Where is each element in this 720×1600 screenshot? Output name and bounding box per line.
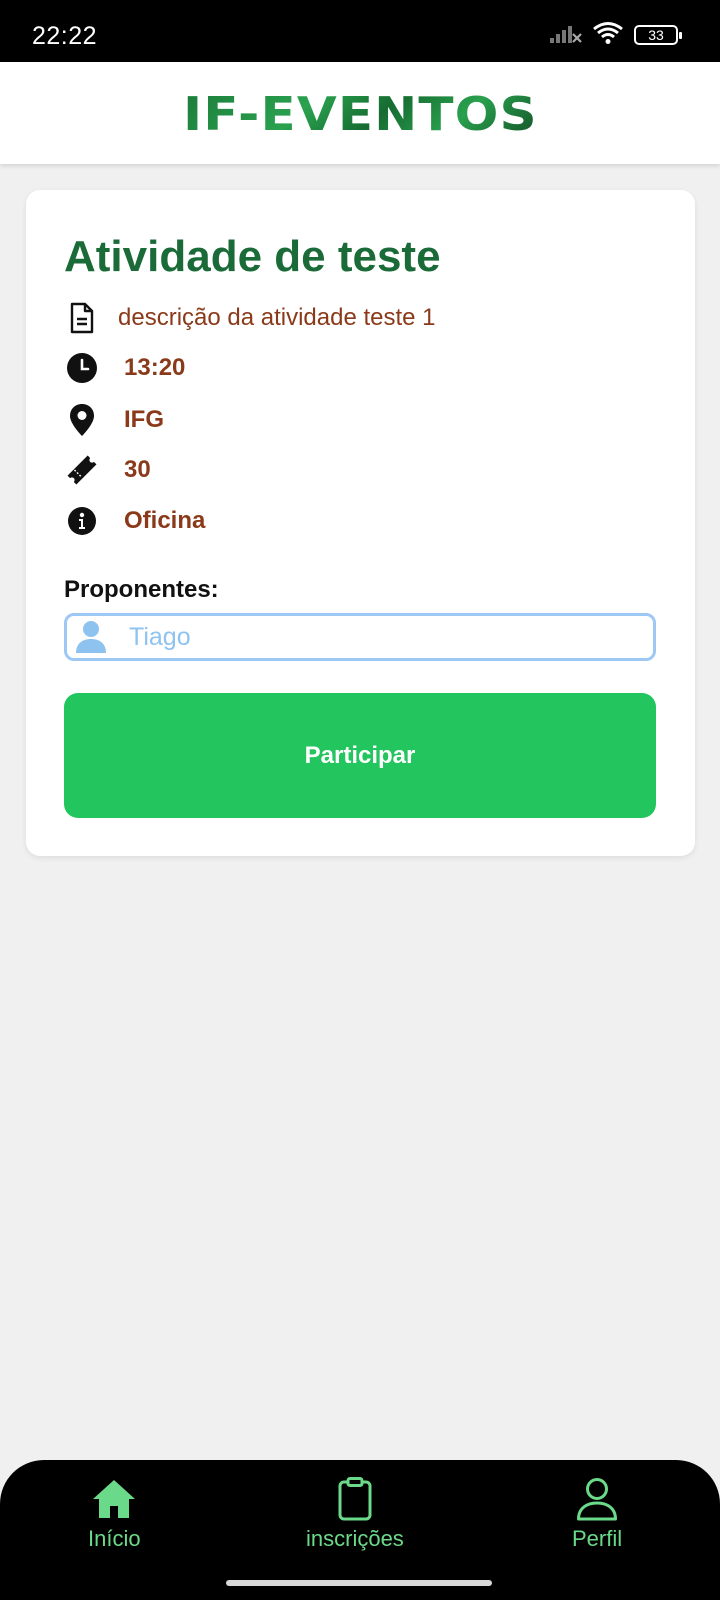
app-header: IF-EVENTOS bbox=[0, 62, 720, 164]
nav-item-perfil[interactable]: Perfil bbox=[572, 1476, 622, 1552]
activity-title: Atividade de teste bbox=[64, 232, 441, 281]
nav-label-perfil: Perfil bbox=[572, 1526, 623, 1551]
status-bar: 22:22 33 bbox=[0, 0, 720, 62]
nav-item-inscricoes[interactable]: inscrições bbox=[306, 1476, 404, 1552]
status-icons: 33 bbox=[548, 21, 682, 50]
battery-icon: 33 bbox=[634, 25, 682, 45]
home-indicator[interactable] bbox=[226, 1580, 492, 1586]
proponents-label: Proponentes: bbox=[64, 576, 219, 603]
person-icon bbox=[73, 619, 109, 655]
activity-location: IFG bbox=[124, 406, 164, 433]
info-icon bbox=[66, 505, 98, 537]
proponent-item[interactable]: Tiago bbox=[64, 613, 656, 661]
wifi-icon bbox=[592, 21, 624, 50]
vacancies-row: 30 bbox=[66, 450, 151, 490]
nav-item-inicio[interactable]: Início bbox=[88, 1476, 141, 1552]
location-pin-icon bbox=[66, 404, 98, 436]
home-icon bbox=[91, 1476, 137, 1522]
signal-off-icon bbox=[548, 22, 582, 49]
description-row: descrição da atividade teste 1 bbox=[66, 298, 436, 338]
clock-icon bbox=[66, 352, 98, 384]
battery-level: 33 bbox=[648, 27, 664, 43]
clipboard-icon bbox=[337, 1476, 373, 1522]
document-icon bbox=[66, 302, 98, 334]
activity-time: 13:20 bbox=[124, 354, 186, 381]
user-icon bbox=[576, 1476, 618, 1522]
time-row: 13:20 bbox=[66, 348, 185, 388]
app-logo: IF-EVENTOS bbox=[182, 87, 538, 141]
nav-label-inicio: Início bbox=[88, 1526, 141, 1551]
participate-button[interactable]: Participar bbox=[64, 693, 656, 818]
location-row: IFG bbox=[66, 400, 164, 440]
ticket-icon bbox=[66, 454, 98, 486]
nav-label-inscricoes: inscrições bbox=[306, 1526, 404, 1551]
activity-description: descrição da atividade teste 1 bbox=[118, 304, 436, 331]
activity-vacancies: 30 bbox=[124, 456, 151, 483]
type-row: Oficina bbox=[66, 501, 205, 541]
proponent-name: Tiago bbox=[129, 622, 191, 651]
bottom-navigation: Início inscrições Perfil bbox=[0, 1460, 720, 1600]
activity-card: Atividade de teste descrição da atividad… bbox=[26, 190, 695, 856]
status-time: 22:22 bbox=[32, 22, 98, 50]
activity-type: Oficina bbox=[124, 507, 206, 534]
